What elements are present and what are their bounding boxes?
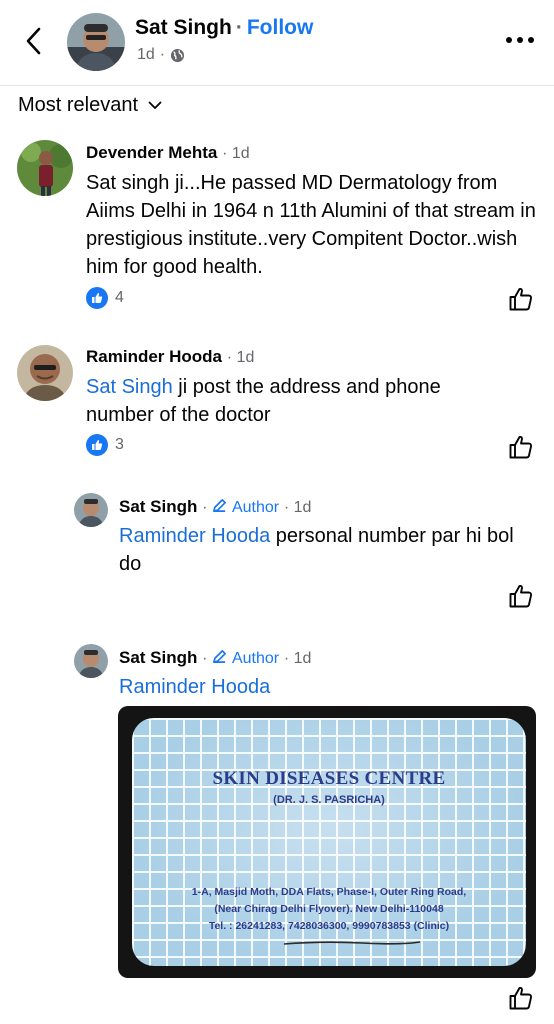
reaction-count: 3 <box>115 436 124 453</box>
comment-text: Sat Singh ji post the address and phone … <box>86 373 506 429</box>
reply-author-name[interactable]: Sat Singh <box>119 648 197 667</box>
reaction-summary[interactable]: 4 <box>86 287 124 309</box>
post-time[interactable]: 1d <box>137 46 155 64</box>
card-phone-line: Tel. : 26241283, 7428036300, 9990783853 … <box>208 920 450 932</box>
author-badge: Author <box>231 650 280 667</box>
reply-author-name[interactable]: Sat Singh <box>119 497 197 516</box>
attached-photo[interactable]: SKIN DISEASES CENTRE (DR. J. S. PASRICHA… <box>118 706 536 978</box>
commenter-avatar[interactable] <box>17 345 73 401</box>
commenter-name[interactable]: Raminder Hooda <box>86 347 222 366</box>
like-reaction-icon <box>86 434 108 456</box>
sort-label: Most relevant <box>18 94 139 116</box>
comment-author-line: Devender Mehta · 1d <box>86 143 250 163</box>
comment-time[interactable]: · 1d <box>222 145 250 162</box>
author-name[interactable]: Sat Singh <box>135 16 232 39</box>
back-button[interactable] <box>20 26 46 56</box>
commenter-name[interactable]: Devender Mehta <box>86 143 217 162</box>
signature-underline <box>283 941 421 945</box>
reply-author-line: Sat Singh · Author · 1d <box>119 648 311 668</box>
author-avatar[interactable] <box>67 13 125 71</box>
post-header: Sat Singh · Follow 1d · <box>0 0 554 86</box>
like-button-icon[interactable] <box>508 434 534 460</box>
card-address-line: 1-A, Masjid Moth, DDA Flats, Phase-I, Ou… <box>191 886 467 898</box>
mention-link[interactable]: Raminder Hooda <box>119 525 270 547</box>
like-button-icon[interactable] <box>508 286 534 312</box>
meta-separator: · <box>159 46 166 63</box>
comment-author-line: Raminder Hooda · 1d <box>86 347 254 367</box>
reply-text: Raminder Hooda <box>119 673 529 701</box>
card-address-line: (Near Chirag Delhi Flyover). New Delhi-1… <box>214 903 444 915</box>
reply-author-avatar[interactable] <box>74 644 108 678</box>
pencil-icon <box>213 650 227 663</box>
card-doctor-name: (DR. J. S. PASRICHA) <box>273 794 385 806</box>
comment-sort-dropdown[interactable]: Most relevant <box>18 94 162 117</box>
business-card: SKIN DISEASES CENTRE (DR. J. S. PASRICHA… <box>132 718 526 966</box>
name-separator: · <box>235 16 243 39</box>
like-reaction-icon <box>86 287 108 309</box>
post-meta: 1d · <box>137 46 185 64</box>
chevron-left-icon <box>26 27 41 55</box>
reaction-summary[interactable]: 3 <box>86 434 124 456</box>
more-options-button[interactable] <box>500 28 540 52</box>
badge-separator: · <box>202 499 208 516</box>
author-badge: Author <box>231 499 280 516</box>
comment-text: Sat singh ji...He passed MD Dermatology … <box>86 172 536 278</box>
post-author-line: Sat Singh · Follow <box>135 16 313 40</box>
more-horizontal-icon <box>506 37 534 43</box>
reply-text: Raminder Hooda personal number par hi bo… <box>119 522 529 578</box>
chevron-down-icon <box>148 101 162 109</box>
badge-separator: · <box>202 650 208 667</box>
card-title: SKIN DISEASES CENTRE <box>212 768 446 789</box>
mention-link[interactable]: Raminder Hooda <box>119 676 270 698</box>
reply-author-line: Sat Singh · Author · 1d <box>119 497 311 517</box>
comment-time[interactable]: · 1d <box>227 349 255 366</box>
commenter-avatar[interactable] <box>17 140 73 196</box>
reaction-count: 4 <box>115 289 124 306</box>
globe-icon <box>171 48 185 62</box>
reply-time[interactable]: · 1d <box>284 650 312 667</box>
follow-button[interactable]: Follow <box>247 16 314 39</box>
pencil-icon <box>213 499 227 512</box>
mention-link[interactable]: Sat Singh <box>86 376 173 398</box>
like-button-icon[interactable] <box>508 985 534 1011</box>
reply-author-avatar[interactable] <box>74 493 108 527</box>
like-button-icon[interactable] <box>508 583 534 609</box>
reply-time[interactable]: · 1d <box>284 499 312 516</box>
